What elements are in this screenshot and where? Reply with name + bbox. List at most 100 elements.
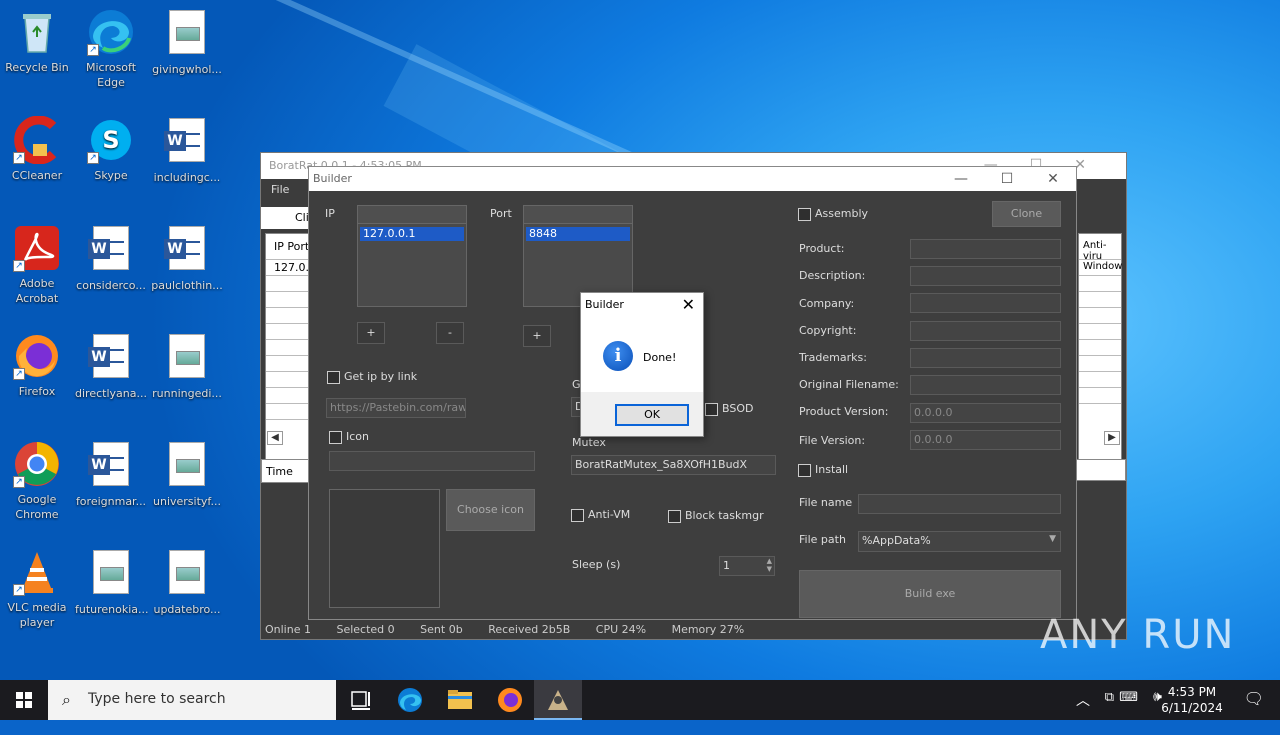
chevron-up-icon[interactable]: ︿	[1076, 690, 1090, 710]
desktop-icon-directlyana[interactable]: W directlyana...	[75, 332, 147, 401]
desktop-icon-microsoft-edge[interactable]: ↗ Microsoft Edge	[75, 8, 147, 90]
description-input[interactable]	[910, 266, 1061, 286]
menu-file[interactable]: File	[271, 183, 289, 196]
status-bar: Online 1 Selected 0 Sent 0b Received 2b5…	[261, 621, 1126, 639]
desktop-icon-label: Recycle Bin	[5, 61, 69, 74]
ip-list[interactable]: 127.0.0.1	[357, 205, 467, 307]
taskbar-clock[interactable]: 4:53 PM 6/11/2024	[1152, 684, 1232, 716]
mutex-input[interactable]: BoratRatMutex_Sa8XOfH1BudX	[571, 455, 776, 475]
table-row	[1079, 308, 1121, 324]
tab-clients-label: Cli	[295, 211, 309, 224]
table-row	[1079, 340, 1121, 356]
file-name-input[interactable]	[858, 494, 1061, 514]
desktop-icon-runningedi[interactable]: runningedi...	[151, 332, 223, 401]
desktop-icon-google-chrome[interactable]: ↗ Google Chrome	[1, 440, 73, 522]
notification-icon[interactable]: 🗨	[1244, 689, 1264, 708]
desktop-icon-skype[interactable]: S ↗ Skype	[75, 116, 147, 183]
desktop-icon-givingwhol[interactable]: givingwhol...	[151, 8, 223, 77]
port-list-item[interactable]: 8848	[526, 227, 630, 241]
product-version-input[interactable]: 0.0.0.0	[910, 403, 1061, 423]
desktop-icon-universityf[interactable]: universityf...	[151, 440, 223, 509]
install-checkbox[interactable]: Install	[798, 463, 848, 477]
desktop-icon-considerco[interactable]: W considerco...	[75, 224, 147, 293]
checkbox-box	[798, 463, 811, 477]
taskbar-boratrat-icon[interactable]	[534, 680, 582, 720]
builder-titlebar[interactable]: Builder — ☐ ✕	[309, 167, 1076, 191]
desktop-icon-label: Skype	[94, 169, 128, 182]
clone-button[interactable]: Clone	[992, 201, 1061, 227]
file-name-label: File name	[799, 496, 853, 509]
scroll-left-arrow[interactable]: ◀	[267, 431, 283, 445]
remove-ip-button[interactable]: -	[436, 322, 464, 344]
original-filename-input[interactable]	[910, 375, 1061, 395]
minimize-icon[interactable]: —	[938, 167, 984, 191]
taskbar-firefox-icon[interactable]	[486, 680, 534, 720]
table-row	[266, 388, 312, 404]
company-input[interactable]	[910, 293, 1061, 313]
desktop-icon-ccleaner[interactable]: ↗ CCleaner	[1, 115, 73, 183]
watermark-text: ANY RUN	[1040, 612, 1236, 658]
anti-vm-checkbox[interactable]: Anti-VM	[571, 508, 630, 522]
file-version-input[interactable]: 0.0.0.0	[910, 430, 1061, 450]
table-row	[266, 404, 312, 420]
vlc-icon: ↗	[13, 548, 61, 596]
info-icon: i	[603, 341, 633, 371]
product-label: Product:	[799, 242, 845, 255]
sleep-value: 1	[723, 559, 730, 572]
port-label: Port	[490, 207, 512, 220]
desktop-icon-label: Adobe Acrobat	[15, 277, 59, 305]
desktop-icon-adobe-acrobat[interactable]: ↗ Adobe Acrobat	[1, 224, 73, 306]
message-box-titlebar[interactable]: Builder ✕	[581, 293, 703, 317]
desktop-icon-updatebro[interactable]: updatebro...	[151, 548, 223, 617]
network-icon[interactable]: ⌨	[1119, 690, 1138, 705]
file-path-select[interactable]: %AppData% ▼	[858, 531, 1061, 552]
table-row	[1079, 292, 1121, 308]
close-icon[interactable]: ✕	[1030, 167, 1076, 191]
word-doc-icon: W	[163, 118, 211, 166]
desktop-icon-vlc[interactable]: ↗ VLC media player	[1, 548, 73, 630]
checkbox-box	[668, 509, 681, 523]
maximize-icon[interactable]: ☐	[984, 167, 1030, 191]
column-header-antivirus[interactable]: Anti-viru	[1079, 234, 1121, 262]
taskbar-edge-icon[interactable]	[386, 680, 434, 720]
task-view-icon[interactable]	[336, 680, 384, 720]
desktop-icon-firefox[interactable]: ↗ Firefox	[1, 332, 73, 399]
build-exe-button[interactable]: Build exe	[799, 570, 1061, 618]
taskbar-search[interactable]: ⌕ Type here to search	[48, 680, 336, 720]
assembly-checkbox[interactable]: Assembly	[798, 207, 868, 221]
ok-button[interactable]: OK	[615, 404, 689, 426]
bsod-checkbox[interactable]: BSOD	[705, 402, 753, 416]
taskbar-file-explorer-icon[interactable]	[436, 680, 484, 720]
icon-checkbox[interactable]: Icon	[329, 430, 369, 444]
desktop-icon-futurenokia[interactable]: futurenokia...	[75, 548, 149, 617]
icon-path-input[interactable]	[329, 451, 535, 471]
get-ip-by-link-checkbox[interactable]: Get ip by link	[327, 370, 417, 384]
log-column-time[interactable]: Time	[261, 459, 309, 483]
desktop-icon-recycle-bin[interactable]: Recycle Bin	[1, 8, 73, 75]
meet-now-icon[interactable]: ⧉	[1105, 690, 1114, 705]
ip-list-item[interactable]: 127.0.0.1	[360, 227, 464, 241]
sleep-label: Sleep (s)	[572, 558, 621, 571]
choose-icon-button[interactable]: Choose icon	[446, 489, 535, 531]
desktop-icon-label: updatebro...	[153, 603, 221, 616]
table-row[interactable]: 127.0.0	[266, 260, 316, 276]
stepper-arrows-icon[interactable]: ▲ ▼	[767, 557, 772, 573]
pastebin-url-input[interactable]: https://Pastebin.com/raw/fe	[326, 398, 466, 418]
desktop-icon-foreignmar[interactable]: W foreignmar...	[75, 440, 147, 509]
block-taskmgr-checkbox[interactable]: Block taskmgr	[668, 509, 764, 523]
column-header-ip-port[interactable]: IP Port	[266, 234, 312, 260]
add-ip-button[interactable]: +	[357, 322, 385, 344]
start-button[interactable]	[0, 680, 48, 720]
sleep-stepper[interactable]: 1 ▲ ▼	[719, 556, 775, 576]
scroll-right-arrow[interactable]: ▶	[1104, 431, 1120, 445]
port-list-header	[524, 206, 632, 224]
add-port-button[interactable]: +	[523, 325, 551, 347]
copyright-input[interactable]	[910, 321, 1061, 341]
desktop-icon-label: Microsoft Edge	[85, 61, 137, 89]
trademarks-input[interactable]	[910, 348, 1061, 368]
product-input[interactable]	[910, 239, 1061, 259]
close-icon[interactable]: ✕	[682, 295, 695, 314]
table-row	[266, 292, 312, 308]
desktop-icon-includingc[interactable]: W includingc...	[151, 116, 223, 185]
desktop-icon-paulclothin[interactable]: W paulclothin...	[151, 224, 223, 293]
